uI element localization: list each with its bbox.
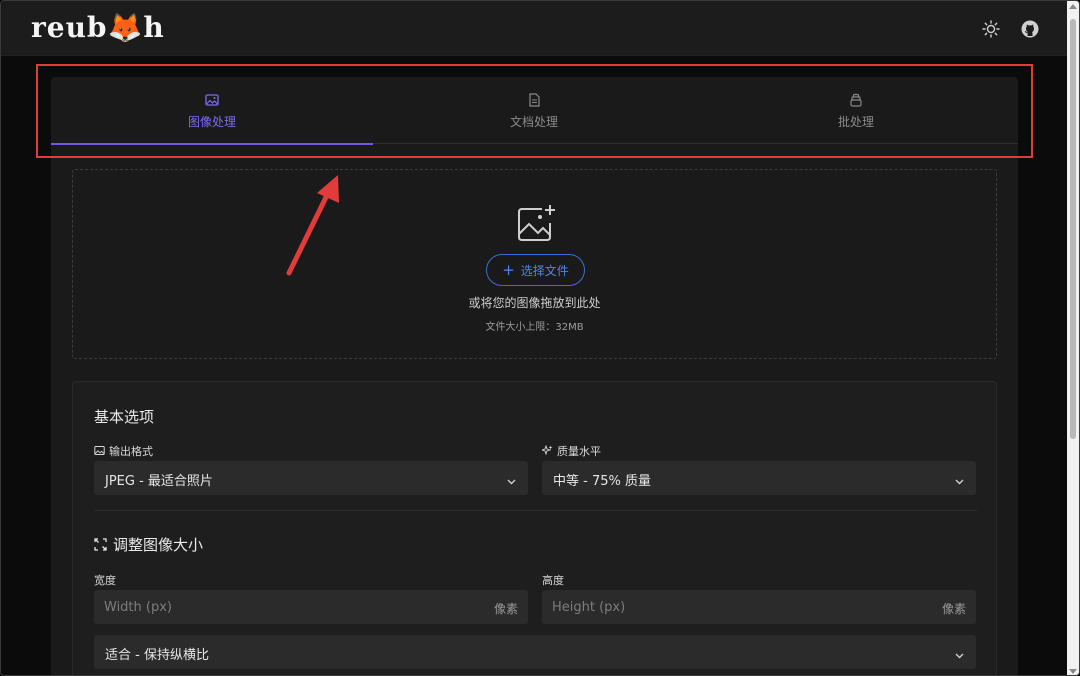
chevron-down-icon xyxy=(954,646,965,659)
resize-title: 调整图像大小 xyxy=(94,534,203,555)
image-add-icon xyxy=(516,203,558,243)
height-input[interactable] xyxy=(542,590,976,624)
quality-level-value: 中等 - 75% 质量 xyxy=(553,474,651,489)
sun-icon[interactable] xyxy=(981,19,1001,39)
scrollbar-thumb[interactable] xyxy=(1070,19,1076,439)
sparkle-icon xyxy=(540,444,553,456)
quality-level-select[interactable]: 中等 - 75% 质量 xyxy=(542,461,976,495)
output-format-select[interactable]: JPEG - 最适合照片 xyxy=(94,461,528,495)
chevron-down-icon xyxy=(954,472,965,485)
file-size-limit: 文件大小上限：32MB xyxy=(485,322,584,333)
quality-level-label: 质量水平 xyxy=(540,443,601,459)
app-window: reub🦊h 图像处理 文档处理 批处理 + 选择文件 或将您的图像拖放到此处 … xyxy=(0,0,1080,676)
fit-mode-select[interactable]: 适合 - 保持纵横比 xyxy=(94,635,976,669)
app-logo[interactable]: reub🦊h xyxy=(31,11,165,44)
resize-icon xyxy=(94,537,107,551)
basic-options-title: 基本选项 xyxy=(94,408,155,426)
width-label: 宽度 xyxy=(94,574,116,587)
file-dropzone[interactable]: + 选择文件 或将您的图像拖放到此处 文件大小上限：32MB xyxy=(72,169,997,359)
scroll-up-arrow-icon[interactable] xyxy=(1069,4,1077,9)
scroll-down-arrow-icon[interactable] xyxy=(1069,669,1077,674)
quality-level-label-text: 质量水平 xyxy=(557,445,601,458)
image-icon xyxy=(94,445,105,456)
section-divider xyxy=(94,510,977,511)
width-unit: 像素 xyxy=(493,602,518,616)
top-bar: reub🦊h xyxy=(1,1,1069,56)
choose-file-button[interactable]: + 选择文件 xyxy=(486,254,585,286)
height-label: 高度 xyxy=(542,574,564,587)
height-unit: 像素 xyxy=(941,602,966,616)
plus-icon: + xyxy=(502,261,515,279)
choose-file-label: 选择文件 xyxy=(520,264,569,278)
logo-text-suffix: h xyxy=(143,11,165,44)
scrollbar[interactable] xyxy=(1067,1,1079,675)
chevron-down-icon xyxy=(506,472,517,485)
logo-text-prefix: reub xyxy=(31,11,108,44)
height-field[interactable]: 像素 xyxy=(542,590,976,624)
options-panel: 基本选项 输出格式 JPEG - 最适合照片 质量水平 中等 - 75% 质量 … xyxy=(72,381,997,675)
resize-title-text: 调整图像大小 xyxy=(113,536,204,554)
output-format-label: 输出格式 xyxy=(94,443,153,459)
width-field[interactable]: 像素 xyxy=(94,590,528,624)
output-format-value: JPEG - 最适合照片 xyxy=(105,474,213,489)
dropzone-hint: 或将您的图像拖放到此处 xyxy=(468,296,601,310)
fox-logo-icon: 🦊 xyxy=(107,11,144,44)
width-input[interactable] xyxy=(94,590,528,624)
output-format-label-text: 输出格式 xyxy=(109,445,153,458)
github-icon[interactable] xyxy=(1020,19,1040,39)
fit-mode-value: 适合 - 保持纵横比 xyxy=(105,648,209,663)
tab-highlight-box xyxy=(36,64,1033,158)
